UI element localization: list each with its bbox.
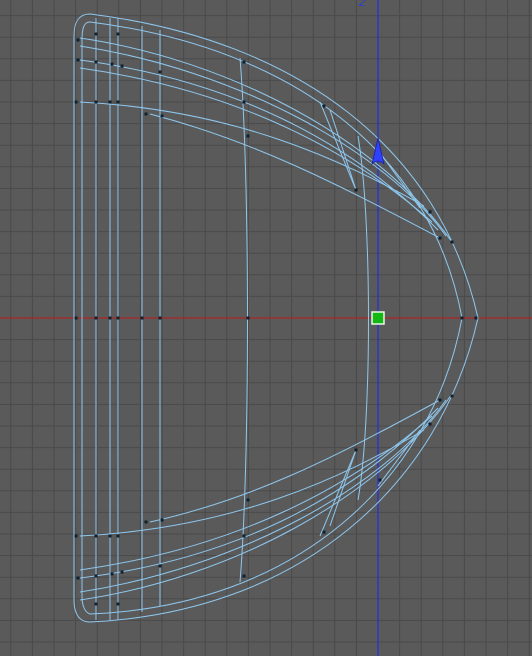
mesh-vertex <box>120 570 124 574</box>
mesh-vertex <box>246 134 250 138</box>
viewport-grid <box>0 0 532 656</box>
mesh-vertex <box>108 534 112 538</box>
wireframe-edge <box>239 57 248 583</box>
mesh-vertex <box>160 518 164 522</box>
mesh-vertex <box>94 100 98 104</box>
mesh-vertex <box>246 498 250 502</box>
viewport-axes <box>0 0 532 656</box>
mesh-vertex <box>438 398 442 402</box>
wireframe-edge <box>79 101 425 207</box>
mesh-vertex <box>116 602 120 606</box>
mesh-vertex <box>158 70 162 74</box>
mesh-vertex <box>450 240 454 244</box>
wireframe-edge <box>377 429 421 487</box>
mesh-vertex <box>94 534 98 538</box>
mesh-vertex <box>322 530 326 534</box>
pivot-handle-icon[interactable] <box>371 311 385 325</box>
mesh-vertex <box>428 422 432 426</box>
mesh-vertex <box>474 316 478 320</box>
mesh-vertex <box>116 100 120 104</box>
mesh-vertex <box>76 38 80 42</box>
mesh-vertex <box>74 534 78 538</box>
mesh-vertex <box>158 564 162 568</box>
wireframe-edge <box>319 101 357 191</box>
z-axis-label: Z <box>359 0 366 9</box>
mesh-vertex <box>438 236 442 240</box>
mesh-vertex <box>354 188 358 192</box>
mesh-vertex <box>242 100 246 104</box>
mesh-vertex <box>116 32 120 36</box>
mesh-vertex <box>144 112 148 116</box>
mesh-vertex <box>242 574 246 578</box>
mesh-vertex <box>242 60 246 64</box>
mesh-vertex <box>108 316 112 320</box>
mesh-vertex <box>158 316 162 320</box>
mesh-vertex <box>450 394 454 398</box>
mesh-vertex <box>460 316 464 320</box>
mesh-vertex <box>94 316 98 320</box>
mesh-vertex <box>354 448 358 452</box>
mesh-vertex <box>144 520 148 524</box>
mesh-vertex <box>322 104 326 108</box>
mesh-vertex <box>160 114 164 118</box>
viewport-canvas[interactable] <box>0 0 532 656</box>
mesh-vertex <box>108 100 112 104</box>
wireframe-edge <box>79 429 425 537</box>
mesh-vertex <box>246 316 250 320</box>
mesh-vertex <box>94 32 98 36</box>
mesh-vertex <box>74 100 78 104</box>
mesh-vertex <box>94 60 98 64</box>
mesh-vertex <box>94 602 98 606</box>
mesh-vertex <box>116 316 120 320</box>
mesh-vertex <box>428 210 432 214</box>
mesh-vertex <box>76 58 80 62</box>
wireframe-edge <box>79 45 447 237</box>
mesh-vertex <box>120 64 124 68</box>
mesh-vertex <box>76 576 80 580</box>
mesh-vertex <box>378 478 382 482</box>
mesh-vertex <box>110 572 114 576</box>
mesh-vertex <box>140 316 144 320</box>
3d-viewport[interactable]: Z <box>0 0 532 656</box>
wireframe-edge <box>79 415 433 571</box>
wireframe-edge <box>79 37 453 243</box>
mesh-vertex <box>242 534 246 538</box>
wireframe-edge <box>79 407 439 579</box>
mesh-vertex <box>74 316 78 320</box>
mesh-vertex <box>110 62 114 66</box>
mesh-vertex <box>94 574 98 578</box>
mesh-vertex <box>116 534 120 538</box>
wireframe-edge <box>79 399 447 593</box>
mesh-vertices <box>74 32 478 606</box>
